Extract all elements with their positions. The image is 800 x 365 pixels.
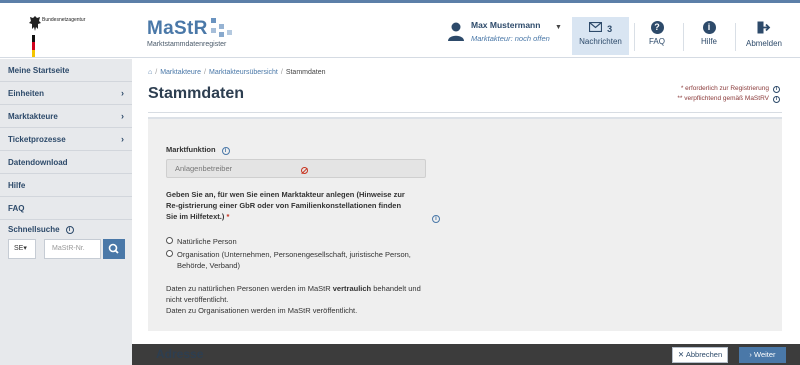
note-text: Daten zu Organisationen werden im MaStR … bbox=[166, 306, 358, 315]
sidebar-item-faq[interactable]: FAQ bbox=[0, 197, 132, 220]
sidebar-item-label: Ticketprozesse bbox=[8, 135, 66, 144]
divider bbox=[634, 23, 635, 51]
info-icon[interactable]: i bbox=[773, 86, 780, 93]
note-bold: vertraulich bbox=[332, 284, 372, 293]
mastr-logo[interactable]: MaStR Marktstammdatenregister bbox=[147, 18, 232, 48]
form-panel: Marktfunktion i Anlagenbetreiber Geben Si… bbox=[148, 117, 782, 331]
question-text: Geben Sie an, für wen Sie einen Marktakt… bbox=[166, 190, 405, 221]
messages-label: Nachrichten bbox=[579, 37, 622, 46]
not-allowed-cursor-icon bbox=[301, 167, 308, 174]
radio-button[interactable] bbox=[166, 250, 173, 257]
info-icon: i bbox=[702, 21, 716, 34]
logout-icon bbox=[757, 21, 771, 34]
sidebar-item-units[interactable]: Einheiten › bbox=[0, 82, 132, 105]
search-icon bbox=[108, 243, 119, 254]
sidebar-item-help[interactable]: Hilfe bbox=[0, 174, 132, 197]
sidebar-item-download[interactable]: Datendownload bbox=[0, 151, 132, 174]
legend-mandatory: ** verpflichtend gemäß MaStRV bbox=[677, 95, 769, 102]
chevron-right-icon: › bbox=[121, 134, 124, 144]
breadcrumb-current: Stammdaten bbox=[285, 69, 326, 76]
faq-label: FAQ bbox=[648, 37, 665, 46]
agency-name: Bundesnetzagentur bbox=[42, 17, 86, 23]
radio-button[interactable] bbox=[166, 237, 173, 244]
next-section-title: Adresse bbox=[156, 347, 204, 361]
privacy-note: Daten zu natürlichen Personen werden im … bbox=[166, 283, 436, 316]
info-icon[interactable]: i bbox=[432, 215, 440, 223]
select-value: SE bbox=[14, 245, 24, 252]
top-header: Bundesnetzagentur MaStR Marktstammdatenr… bbox=[0, 0, 800, 58]
help-label: Hilfe bbox=[700, 37, 717, 46]
logout-label: Abmelden bbox=[745, 39, 783, 48]
bnetza-logo[interactable]: Bundesnetzagentur bbox=[28, 15, 108, 57]
field-label-text: Marktfunktion bbox=[166, 145, 216, 154]
next-label: Weiter bbox=[754, 350, 776, 359]
breadcrumb: ⌂ / Marktakteure / Marktakteursübersicht / Sta… bbox=[148, 69, 326, 76]
logout-button[interactable]: Abmelden bbox=[742, 17, 786, 57]
sidebar-item-label: FAQ bbox=[8, 204, 25, 213]
market-function-label: Marktfunktion i bbox=[166, 145, 230, 155]
radio-label: Natürliche Person bbox=[177, 237, 237, 246]
cancel-button[interactable]: ✕ Abbrechen bbox=[672, 347, 728, 363]
quick-search-row: SE▾ MaStR-Nr. bbox=[0, 239, 132, 261]
messages-count: 3 bbox=[607, 24, 613, 34]
caret-down-icon: ▼ bbox=[555, 24, 562, 31]
next-button[interactable]: › Weiter bbox=[739, 347, 786, 363]
close-icon: ✕ bbox=[677, 350, 685, 359]
quick-search-label: Schnellsuche i bbox=[0, 225, 132, 234]
sidebar-item-market-actors[interactable]: Marktakteure › bbox=[0, 105, 132, 128]
info-icon[interactable]: i bbox=[221, 147, 230, 155]
sidebar-item-label: Einheiten bbox=[8, 89, 45, 98]
actor-type-question: Geben Sie an, für wen Sie einen Marktakt… bbox=[166, 189, 414, 222]
logo-subtitle: Marktstammdatenregister bbox=[147, 41, 227, 48]
radio-natural-person[interactable]: Natürliche Person bbox=[166, 236, 427, 247]
question-icon: ? bbox=[650, 21, 664, 34]
user-name: Max Mustermann bbox=[471, 20, 541, 30]
main-content: ⌂ / Marktakteure / Marktakteursübersicht / Sta… bbox=[132, 59, 800, 365]
chevron-right-icon: › bbox=[749, 350, 752, 359]
info-icon[interactable]: i bbox=[65, 225, 74, 234]
radio-organisation[interactable]: Organisation (Unternehmen, Personengesel… bbox=[166, 249, 427, 271]
chevron-right-icon: › bbox=[121, 111, 124, 121]
note-text: Daten zu natürlichen Personen werden im … bbox=[166, 284, 333, 293]
divider bbox=[735, 23, 736, 51]
envelope-icon bbox=[588, 21, 602, 33]
radio-label: Organisation (Unternehmen, Personengesel… bbox=[177, 250, 411, 270]
legend-required: * erforderlich zur Registrierung bbox=[680, 85, 769, 92]
sidebar-item-label: Datendownload bbox=[8, 158, 68, 167]
sidebar-item-tickets[interactable]: Ticketprozesse › bbox=[0, 128, 132, 151]
sidebar-item-label: Marktakteure bbox=[8, 112, 58, 121]
required-marker: * bbox=[226, 212, 230, 221]
sidebar-item-label: Hilfe bbox=[8, 181, 26, 190]
breadcrumb-link[interactable]: Marktakteure bbox=[160, 69, 201, 76]
quick-search-button[interactable] bbox=[103, 239, 125, 259]
quick-search-text: Schnellsuche bbox=[8, 225, 60, 234]
quick-search-type-select[interactable]: SE▾ bbox=[8, 239, 36, 259]
action-bar: Adresse ✕ Abbrechen › Weiter bbox=[132, 344, 800, 365]
faq-button[interactable]: ? FAQ bbox=[640, 17, 674, 57]
cancel-label: Abbrechen bbox=[685, 350, 723, 359]
help-button[interactable]: i Hilfe bbox=[692, 17, 726, 57]
user-menu[interactable]: Max Mustermann Marktakteur: noch offen ▼ bbox=[447, 17, 567, 51]
required-legend: * erforderlich zur Registrierung i ** ver… bbox=[677, 84, 780, 104]
info-icon[interactable]: i bbox=[773, 96, 780, 103]
page-title: Stammdaten bbox=[148, 85, 245, 102]
chevron-right-icon: › bbox=[121, 88, 124, 98]
user-icon bbox=[448, 22, 464, 41]
market-function-field[interactable]: Anlagenbetreiber bbox=[166, 159, 426, 178]
user-role: Marktakteur: noch offen bbox=[471, 34, 550, 43]
divider bbox=[683, 23, 684, 51]
breadcrumb-link[interactable]: Marktakteursübersicht bbox=[209, 69, 278, 76]
sidebar-item-start[interactable]: Meine Startseite bbox=[0, 59, 132, 82]
sidebar-item-label: Meine Startseite bbox=[8, 66, 70, 75]
home-icon[interactable]: ⌂ bbox=[148, 69, 152, 76]
sidebar: Meine Startseite Einheiten › Marktakteure… bbox=[0, 59, 132, 365]
german-flag bbox=[32, 35, 35, 57]
messages-button[interactable]: 3 Nachrichten bbox=[572, 17, 629, 55]
divider bbox=[148, 112, 782, 113]
logo-dots-icon bbox=[207, 16, 237, 38]
eagle-icon bbox=[29, 16, 41, 31]
quick-search-input[interactable]: MaStR-Nr. bbox=[44, 239, 101, 259]
